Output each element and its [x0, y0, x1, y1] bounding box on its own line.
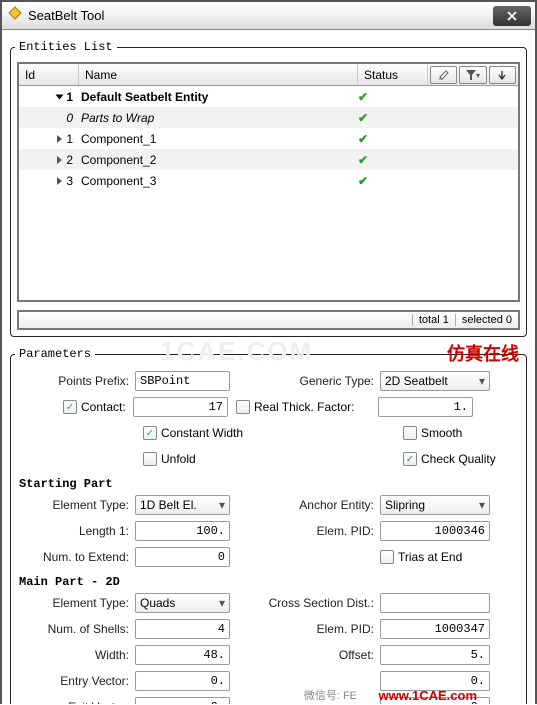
check-quality-label: Check Quality — [417, 452, 496, 466]
eraser-button[interactable] — [430, 66, 457, 84]
mp-width-input[interactable] — [135, 645, 230, 665]
status-bar: total 1 selected 0 — [17, 310, 520, 330]
starting-part-header: Starting Part — [19, 477, 522, 491]
check-icon: ✔ — [358, 90, 368, 104]
mp-elem-pid-label: Elem. PID: — [230, 622, 380, 636]
tree-row[interactable]: 1 Default Seatbelt Entity ✔ — [19, 86, 518, 107]
col-id[interactable]: Id — [19, 64, 79, 85]
window-title: SeatBelt Tool — [28, 8, 104, 23]
sp-elem-pid-label: Elem. PID: — [230, 524, 380, 538]
points-prefix-label: Points Prefix: — [15, 374, 135, 388]
expand-icon[interactable] — [56, 94, 64, 99]
generic-type-combo[interactable]: 2D Seatbelt▾ — [380, 371, 490, 391]
mp-shells-input[interactable] — [135, 619, 230, 639]
contact-label: Contact: — [77, 400, 133, 414]
check-quality-checkbox[interactable]: ✓ — [403, 452, 417, 466]
total-label: total 1 — [412, 314, 455, 326]
mp-exit-label: Exit Vector: — [15, 700, 135, 704]
titlebar: SeatBelt Tool — [2, 2, 535, 30]
list-header: Id Name Status ▾ — [19, 64, 518, 86]
mp-element-type-label: Element Type: — [15, 596, 135, 610]
sp-element-type-combo[interactable]: 1D Belt El.▾ — [135, 495, 230, 515]
mp-exit2-input[interactable] — [380, 697, 490, 704]
points-prefix-input[interactable] — [135, 371, 230, 391]
mp-entry-label: Entry Vector: — [15, 674, 135, 688]
mp-exit-input[interactable] — [135, 697, 230, 704]
check-icon: ✔ — [358, 174, 368, 188]
mp-cross-input[interactable] — [380, 593, 490, 613]
mp-elem-pid-input[interactable] — [380, 619, 490, 639]
unfold-checkbox[interactable] — [143, 452, 157, 466]
filter-button[interactable]: ▾ — [459, 66, 486, 84]
app-icon — [8, 6, 22, 25]
mp-element-type-combo[interactable]: Quads▾ — [135, 593, 230, 613]
sp-trias-checkbox[interactable] — [380, 550, 394, 564]
tree-row[interactable]: 1 Component_1 ✔ — [19, 128, 518, 149]
sp-element-type-label: Element Type: — [15, 498, 135, 512]
tree-row[interactable]: 0 Parts to Wrap ✔ — [19, 107, 518, 128]
down-button[interactable] — [489, 66, 516, 84]
entities-fieldset: Entities List Id Name Status ▾ 1 Default — [10, 40, 527, 337]
unfold-label: Unfold — [157, 452, 267, 466]
constant-width-checkbox[interactable]: ✓ — [143, 426, 157, 440]
constant-width-label: Constant Width — [157, 426, 267, 440]
sp-length1-label: Length 1: — [15, 524, 135, 538]
sp-num-extend-label: Num. to Extend: — [15, 550, 135, 564]
mp-shells-label: Num. of Shells: — [15, 622, 135, 636]
real-thick-input[interactable] — [378, 397, 473, 417]
sp-length1-input[interactable] — [135, 521, 230, 541]
col-name[interactable]: Name — [79, 64, 358, 85]
check-icon: ✔ — [358, 111, 368, 125]
tree-row[interactable]: 3 Component_3 ✔ — [19, 170, 518, 191]
tree-row[interactable]: 2 Component_2 ✔ — [19, 149, 518, 170]
contact-checkbox[interactable]: ✓ — [63, 400, 77, 414]
sp-elem-pid-input[interactable] — [380, 521, 490, 541]
sp-anchor-label: Anchor Entity: — [230, 498, 380, 512]
check-icon: ✔ — [358, 132, 368, 146]
list-rows: 1 Default Seatbelt Entity ✔ 0 Parts to W… — [19, 86, 518, 300]
entities-legend: Entities List — [15, 40, 117, 54]
expand-icon[interactable] — [57, 135, 62, 143]
entities-list: Id Name Status ▾ 1 Default Seatbelt Enti… — [17, 62, 520, 302]
main-part-header: Main Part - 2D — [19, 575, 522, 589]
mp-entry-input[interactable] — [135, 671, 230, 691]
col-status[interactable]: Status — [358, 64, 428, 85]
mp-width-label: Width: — [15, 648, 135, 662]
check-icon: ✔ — [358, 153, 368, 167]
smooth-label: Smooth — [417, 426, 462, 440]
sp-anchor-combo[interactable]: Slipring▾ — [380, 495, 490, 515]
mp-cross-label: Cross Section Dist.: — [230, 596, 380, 610]
real-thick-checkbox[interactable] — [236, 400, 250, 414]
mp-entry2-input[interactable] — [380, 671, 490, 691]
mp-offset-label: Offset: — [230, 648, 380, 662]
real-thick-label: Real Thick. Factor: — [250, 400, 378, 414]
close-button[interactable] — [493, 6, 531, 26]
mp-offset-input[interactable] — [380, 645, 490, 665]
sp-trias-label: Trias at End — [394, 550, 462, 564]
contact-input[interactable] — [133, 397, 228, 417]
generic-type-label: Generic Type: — [230, 374, 380, 388]
smooth-checkbox[interactable] — [403, 426, 417, 440]
sp-num-extend-input[interactable] — [135, 547, 230, 567]
expand-icon[interactable] — [57, 156, 62, 164]
expand-icon[interactable] — [57, 177, 62, 185]
parameters-fieldset: Parameters Points Prefix: Generic Type: … — [10, 347, 527, 704]
selected-label: selected 0 — [455, 314, 518, 326]
parameters-legend: Parameters — [15, 347, 95, 361]
